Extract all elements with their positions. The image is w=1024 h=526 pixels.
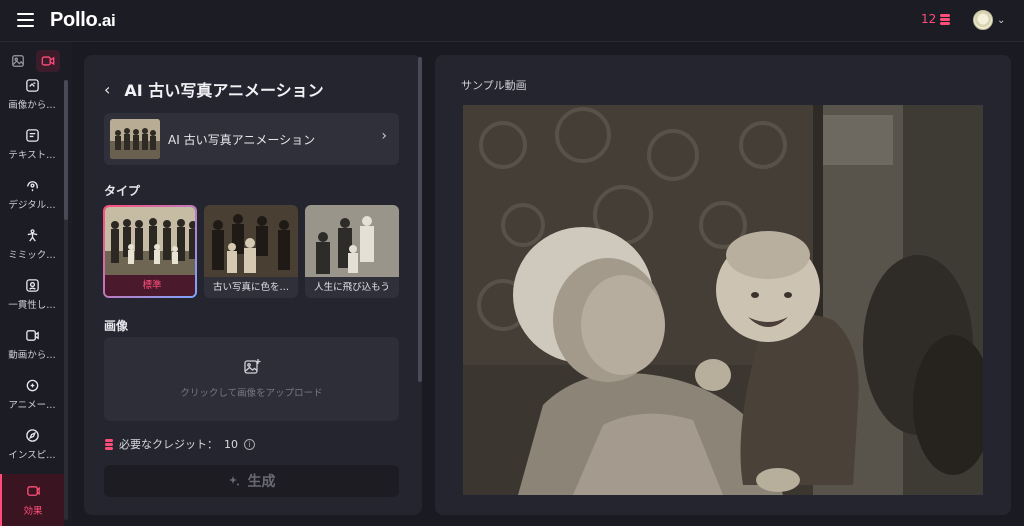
type-option-label: 標準 (105, 275, 195, 296)
chevron-down-icon: ⌄ (997, 14, 1006, 26)
sidebar-item-label: 効果 (23, 505, 43, 517)
sidebar-item-label: テキスト… (8, 149, 56, 161)
effect-selector-label: AI 古い写真アニメーション (168, 133, 316, 147)
effects-icon (26, 485, 40, 496)
avatar (973, 10, 993, 30)
sample-video-label: サンプル動画 (461, 79, 527, 92)
type-thumbnail (305, 205, 399, 277)
sidebar-item-text-to-video[interactable]: テキスト… (0, 120, 64, 168)
image-upload-icon (244, 359, 261, 374)
sidebar-item-animation[interactable]: アニメー… (0, 370, 64, 418)
digital-human-icon (26, 180, 38, 191)
sidebar-item-mimic[interactable]: ミミック… (0, 220, 64, 268)
credits-count: 12 (921, 12, 937, 26)
video-icon (41, 56, 55, 66)
type-thumbnail (204, 205, 298, 277)
sidebar-scrollbar[interactable] (64, 80, 68, 520)
sidebar-item-video-to-video[interactable]: 動画から… (0, 320, 64, 368)
menu-icon[interactable] (17, 13, 34, 27)
effect-thumbnail (110, 119, 160, 159)
sample-video-panel: サンプル動画 (435, 55, 1011, 515)
panel-scrollbar[interactable] (418, 57, 422, 382)
video-to-video-icon (25, 329, 39, 341)
animation-icon (26, 379, 38, 391)
credits-badge[interactable]: 12 (921, 12, 951, 26)
effect-selector[interactable]: AI 古い写真アニメーション › (104, 113, 399, 165)
credit-cost-label: 必要なクレジット： (119, 438, 218, 451)
mimic-icon (27, 228, 37, 242)
type-option-standard[interactable]: 標準 (103, 205, 197, 298)
sidebar-item-effects[interactable]: 効果 (0, 474, 64, 526)
type-option-step-into-life[interactable]: 人生に飛び込もう (305, 205, 399, 298)
upload-hint: クリックして画像をアップロード (180, 388, 323, 399)
credit-cost: 必要なクレジット： 10 i (105, 436, 255, 452)
generate-button[interactable]: 生成 (104, 465, 399, 497)
consistency-icon (25, 278, 39, 292)
back-icon[interactable]: ‹ (104, 80, 110, 99)
compass-icon (25, 428, 39, 442)
credits-icon (105, 438, 113, 450)
logo-suffix: .ai (97, 11, 116, 30)
sample-video[interactable] (463, 105, 983, 495)
credits-icon (940, 13, 951, 25)
page-title: AI 古い写真アニメーション (124, 81, 324, 100)
type-option-label: 古い写真に色を… (212, 282, 289, 293)
sidebar-item-image-to-video[interactable]: 画像から… (0, 70, 64, 118)
sidebar-item-label: インスピ… (8, 449, 56, 461)
sidebar-item-label: ミミック… (8, 249, 56, 261)
chevron-right-icon: › (381, 128, 387, 144)
type-option-label: 人生に飛び込もう (314, 282, 390, 293)
image-label: 画像 (104, 319, 129, 333)
top-bar: Pollo.ai 12 ⌄ (0, 0, 1024, 42)
logo-text: Pollo (50, 9, 98, 31)
sidebar-item-label: 一貫性し… (8, 299, 56, 311)
tab-image[interactable] (6, 50, 30, 72)
sidebar-item-label: デジタル… (8, 199, 56, 211)
sidebar-item-label: 画像から… (8, 99, 56, 111)
account-menu[interactable]: ⌄ (973, 10, 1005, 30)
tab-video[interactable] (36, 50, 60, 72)
sidebar-item-label: アニメー… (8, 399, 56, 411)
type-thumbnail (105, 207, 195, 279)
image-upload-area[interactable]: クリックして画像をアップロード (104, 337, 399, 421)
sidebar-item-consistency[interactable]: 一貫性し… (0, 270, 64, 318)
type-option-colorize[interactable]: 古い写真に色を… (204, 205, 298, 298)
image-icon (12, 55, 24, 67)
effect-settings-panel: ‹ AI 古い写真アニメーション AI 古い写真アニメーション › タイプ 標準… (84, 55, 422, 515)
logo[interactable]: Pollo.ai (50, 9, 116, 32)
credit-cost-value: 10 (224, 437, 238, 451)
info-icon[interactable]: i (244, 438, 255, 450)
sidebar-item-digital-human[interactable]: デジタル… (0, 170, 64, 218)
sparkle-icon (228, 476, 239, 486)
generate-button-label: 生成 (247, 474, 276, 490)
type-label: タイプ (104, 184, 141, 198)
sidebar-item-label: 動画から… (8, 349, 56, 361)
sidebar-item-inspiration[interactable]: インスピ… (0, 420, 64, 468)
sidebar: 画像から… テキスト… デジタル… ミミック… 一貫性し… 動画から… アニメー… (0, 42, 72, 526)
text-to-video-icon (25, 128, 39, 142)
image-to-video-icon (25, 78, 39, 92)
